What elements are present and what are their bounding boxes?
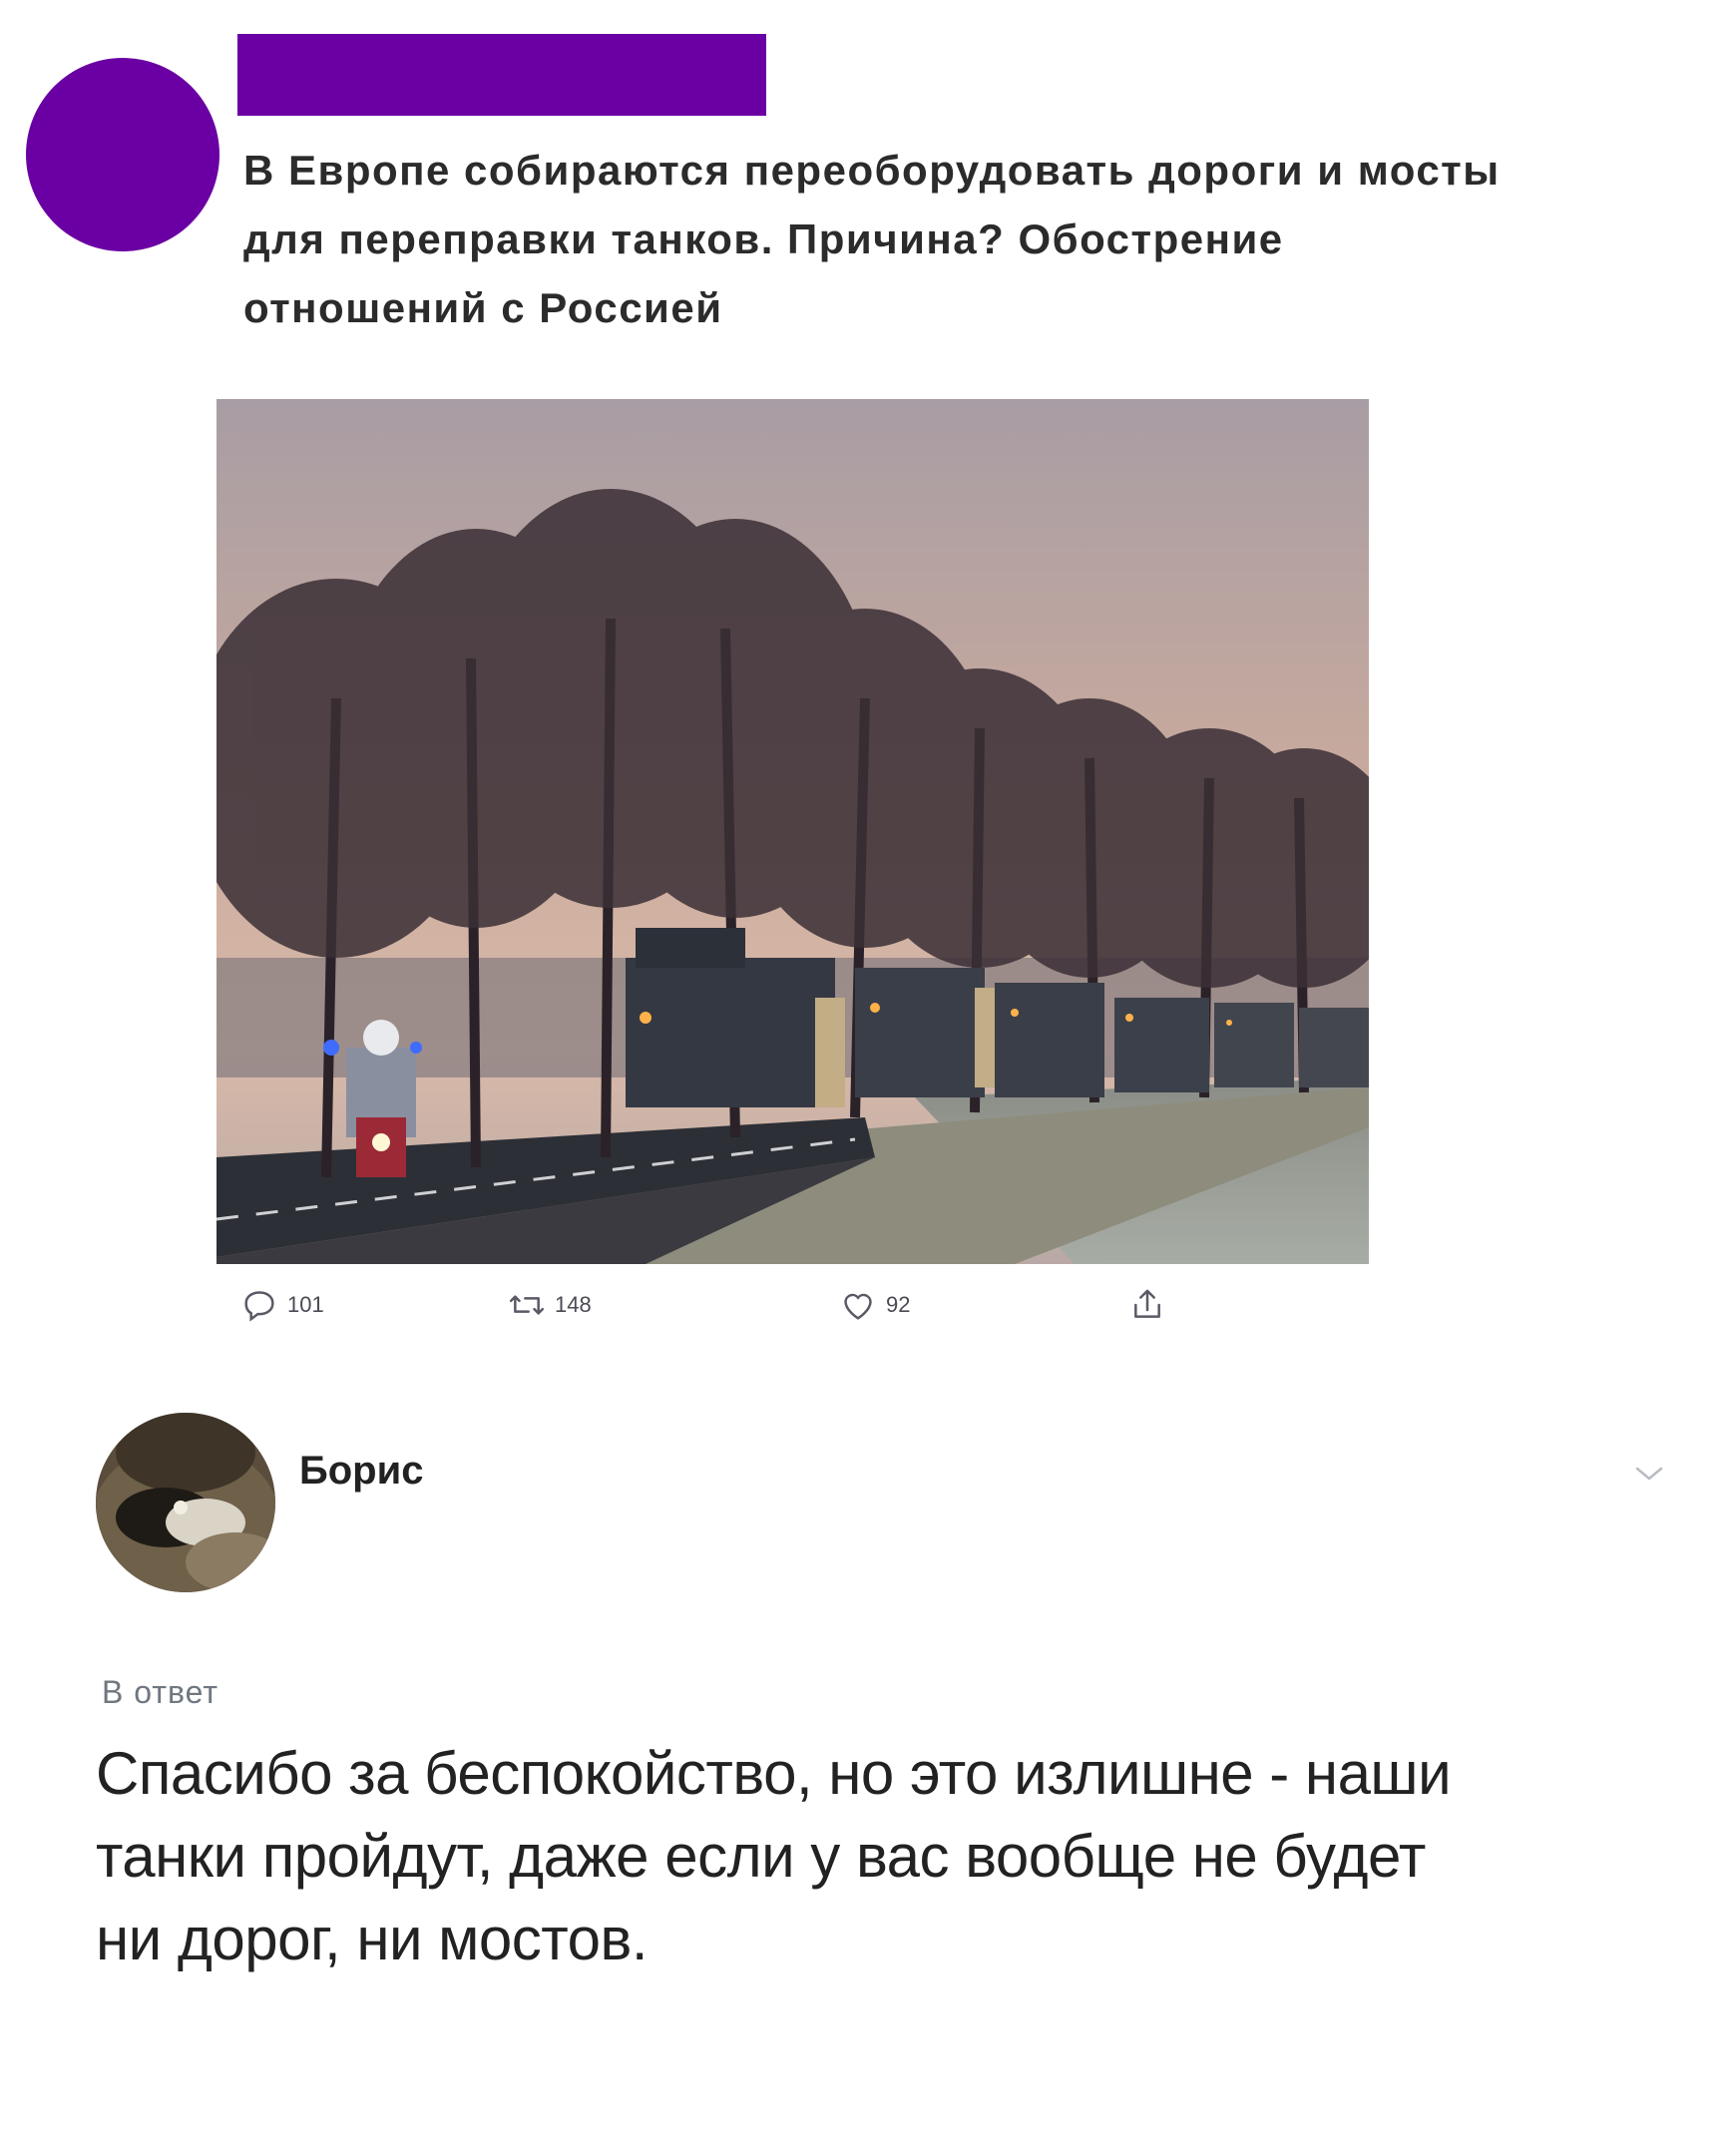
reply-button[interactable]: 101 — [239, 1279, 324, 1331]
reply-icon — [244, 1291, 274, 1322]
reply-count: 101 — [287, 1292, 324, 1317]
avatar[interactable] — [26, 58, 219, 251]
heart-icon — [844, 1293, 872, 1320]
reply-text: Спасибо за беспокойство, но это излишне … — [96, 1732, 1692, 1980]
tweet-text-line: В Европе собираются переоборудовать доро… — [243, 147, 1501, 194]
reply-avatar[interactable] — [96, 1413, 275, 1592]
like-count: 92 — [886, 1292, 911, 1317]
replying-to-label: В ответ — [102, 1674, 219, 1710]
retweet-icon — [509, 1295, 545, 1315]
owl-avatar-image — [96, 1413, 275, 1592]
tweet-actions: 101 148 92 — [239, 1279, 1217, 1331]
reply-author-name[interactable]: Борис — [299, 1449, 423, 1494]
chevron-down-icon[interactable] — [1632, 1463, 1666, 1485]
redacted-author-name — [237, 34, 766, 116]
retweet-button[interactable]: 148 — [507, 1279, 592, 1331]
tweet-photo[interactable] — [217, 399, 1369, 1264]
share-button[interactable] — [1127, 1279, 1167, 1331]
tweet-text-line: отношений с Россией — [243, 284, 723, 331]
reply-text-line: танки пройдут, даже если у вас вообще не… — [96, 1823, 1426, 1890]
reply-text-line: Спасибо за беспокойство, но это излишне … — [96, 1740, 1452, 1807]
like-button[interactable]: 92 — [838, 1279, 910, 1331]
military-convoy-photo — [217, 399, 1369, 1264]
tweet-text: В Европе собираются переоборудовать доро… — [243, 136, 1680, 342]
retweet-count: 148 — [555, 1292, 592, 1317]
reply-text-line: ни дорог, ни мостов. — [96, 1906, 649, 1972]
share-icon — [1134, 1289, 1160, 1318]
tweet-text-line: для переправки танков. Причина? Обострен… — [243, 216, 1284, 262]
